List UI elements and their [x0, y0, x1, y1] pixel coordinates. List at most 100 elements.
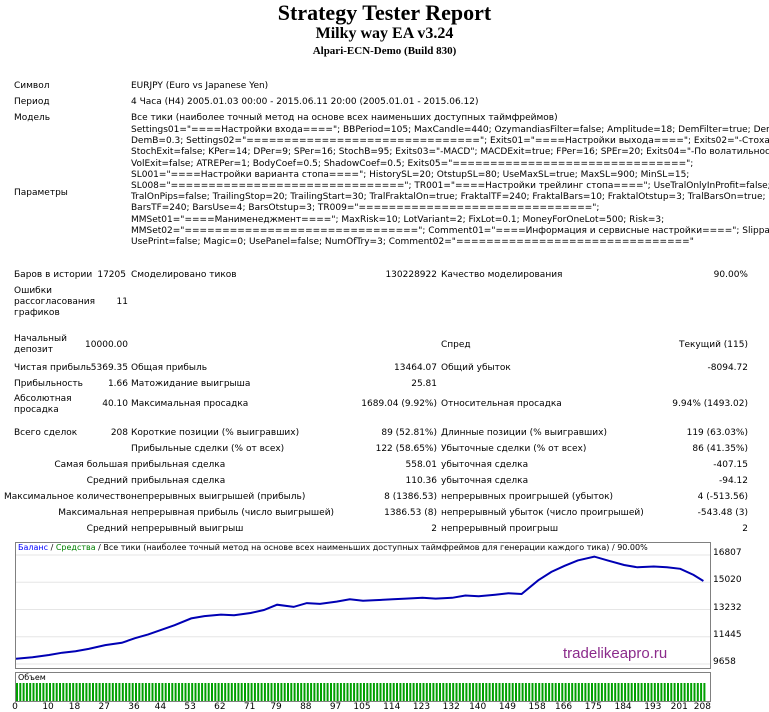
volume-bar	[356, 683, 359, 701]
volume-bar	[283, 683, 286, 701]
volume-bar	[541, 683, 544, 701]
volume-bar	[197, 683, 200, 701]
volume-bar	[35, 683, 38, 701]
max-drawdown-label: Максимальная просадка	[131, 399, 249, 409]
volume-bar	[683, 683, 686, 701]
param-line: TralOnPips=false; TrailingStop=20; Trail…	[131, 192, 766, 203]
volume-bar	[435, 683, 438, 701]
errors-value: 11	[116, 297, 128, 307]
max-count-label: Максимальное количество	[4, 492, 132, 502]
param-line: DemB=0.3; Settings02="==================…	[131, 136, 769, 147]
volume-bar	[211, 683, 213, 701]
model-label: Модель	[14, 113, 51, 123]
deposit-value: 10000.00	[85, 340, 128, 350]
chart-legend: Баланс / Средства / Все тики (наиболее т…	[18, 543, 648, 552]
short-positions-label: Короткие позиции (% выигравших)	[131, 428, 300, 438]
volume-bar	[105, 683, 108, 701]
param-line: MMSet01="====Манименеджмент===="; MaxRis…	[131, 214, 665, 225]
volume-bar	[379, 683, 382, 701]
volume-bar	[363, 683, 365, 701]
volume-bar	[270, 683, 273, 701]
volume-bar	[554, 683, 557, 701]
volume-bar	[597, 683, 600, 701]
volume-bar	[75, 683, 78, 701]
volume-bar	[303, 683, 306, 701]
volume-bar	[614, 683, 617, 701]
volume-bar	[634, 683, 636, 701]
volume-chart	[15, 672, 711, 702]
volume-bar	[85, 683, 88, 701]
volume-bar	[558, 683, 560, 701]
volume-bar	[257, 683, 260, 701]
rel-drawdown-label: Относительная просадка	[441, 399, 562, 409]
volume-bar	[320, 683, 322, 701]
maximal-wins-value: 1386.53 (8)	[384, 508, 437, 518]
x-tick-label: 71	[243, 702, 256, 712]
volume-bar	[346, 683, 349, 701]
param-line: StochExit=false; KPer=14; DPer=9; SPer=1…	[131, 147, 769, 158]
volume-bar	[574, 683, 577, 701]
ea-name: Milky way EA v3.24	[315, 25, 454, 42]
param-line: VolExit=false; ATREPer=1; BodyCoef=0.5; …	[131, 158, 694, 169]
rel-drawdown-value: 9.94% (1493.02)	[672, 399, 748, 409]
avg-cons-losses-label: непрерывный проигрыш	[441, 524, 559, 534]
volume-bar	[610, 683, 613, 701]
long-positions-label: Длинные позиции (% выигравших)	[441, 428, 607, 438]
volume-bar	[333, 683, 336, 701]
volume-bar	[501, 683, 504, 701]
volume-bar	[151, 683, 154, 701]
profit-factor-value: 1.66	[107, 379, 128, 389]
param-line: BarsTF=240; BarsUse=4; BarsOtstup=3; TR0…	[131, 203, 600, 214]
volume-bar	[336, 683, 339, 701]
period-label: Период	[14, 97, 50, 107]
volume-bar	[131, 683, 134, 701]
y-tick-label: 11445	[713, 629, 742, 640]
volume-bar	[478, 683, 481, 701]
x-tick-label: 208	[693, 702, 711, 712]
volume-bar	[505, 683, 508, 701]
volume-label: Объем	[18, 673, 46, 682]
volume-chart-svg	[16, 683, 706, 701]
legend-sep: /	[48, 543, 56, 552]
x-tick-label: 114	[383, 702, 401, 712]
volume-bar	[326, 683, 329, 701]
volume-bar	[161, 683, 164, 701]
symbol-value: EURJPY (Euro vs Japanese Yen)	[131, 81, 269, 91]
volume-bar	[88, 683, 91, 701]
param-line: Settings01="====Настройки входа===="; BB…	[131, 125, 769, 135]
volume-bar	[154, 683, 157, 701]
volume-bar	[128, 683, 131, 701]
volume-bar	[353, 683, 356, 701]
x-tick-label: 140	[469, 702, 487, 712]
volume-bar	[402, 683, 405, 701]
volume-bar	[630, 683, 633, 701]
gross-profit-label: Общая прибыль	[131, 363, 208, 373]
volume-bar	[577, 683, 580, 701]
volume-bar	[498, 683, 501, 701]
volume-bar	[439, 683, 441, 701]
y-tick-label: 16807	[713, 548, 742, 558]
volume-bar	[452, 683, 455, 701]
volume-bar	[310, 683, 313, 701]
bars-value: 17205	[97, 270, 126, 280]
volume-bar	[690, 683, 693, 701]
profit-trades-value: 122 (58.65%)	[375, 444, 437, 454]
volume-bar	[164, 683, 167, 701]
volume-bar	[653, 683, 656, 701]
abs-drawdown-label-1: Абсолютная	[14, 394, 72, 404]
volume-bar	[95, 683, 98, 701]
volume-bar	[234, 683, 237, 701]
volume-bar	[693, 683, 696, 701]
volume-bar	[515, 683, 517, 701]
volume-bar	[551, 683, 554, 701]
volume-bar	[59, 683, 61, 701]
x-tick-label: 175	[584, 702, 602, 712]
maximal-losses-value: -543.48 (3)	[697, 508, 748, 518]
errors-label-3: графиков	[14, 308, 60, 318]
volume-bar	[138, 683, 141, 701]
volume-bar	[680, 683, 683, 701]
volume-bar	[52, 683, 55, 701]
volume-bar	[244, 683, 246, 701]
volume-bar	[224, 683, 227, 701]
volume-bar	[392, 683, 395, 701]
